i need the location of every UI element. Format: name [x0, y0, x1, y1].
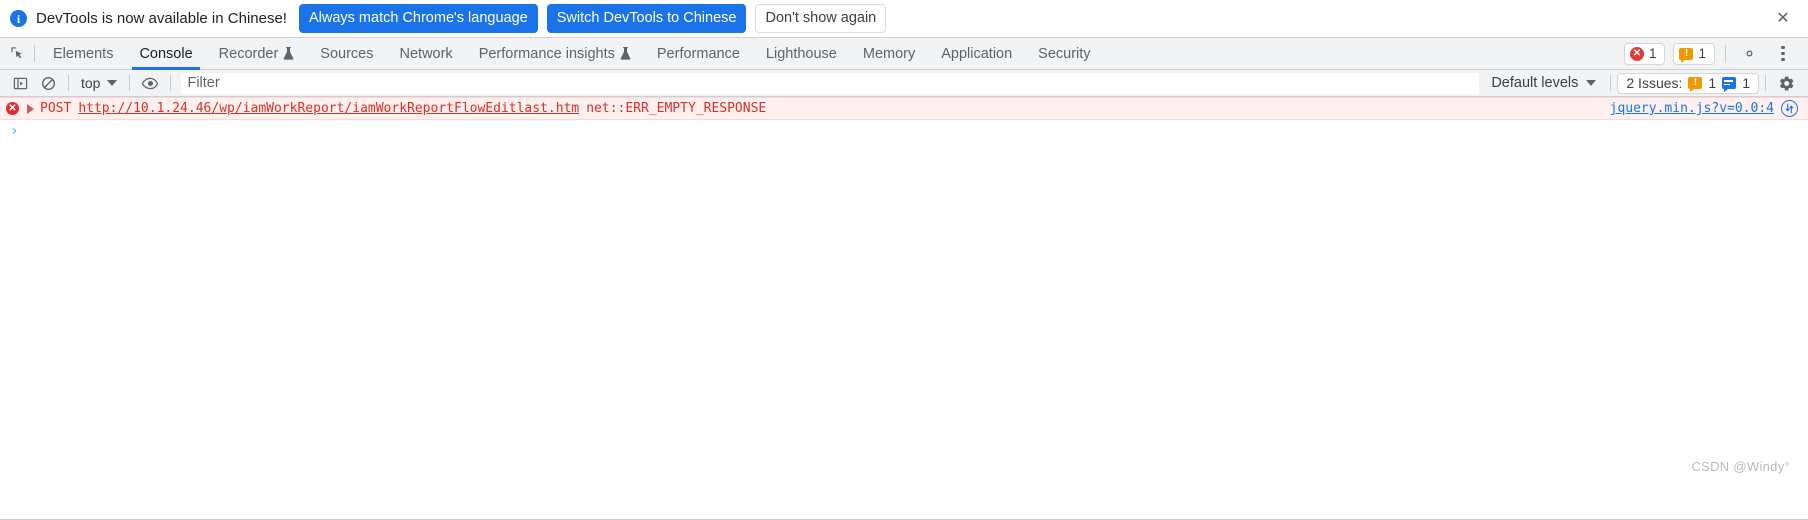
issues-warning-count: 1	[1708, 75, 1717, 91]
tab-label: Performance	[656, 45, 740, 62]
toolbar-divider	[68, 75, 69, 91]
toolbar-divider	[129, 75, 131, 91]
tab-label: Application	[941, 45, 1013, 62]
console-message-area: ✕ POST http://10.1.24.46/wp/iamWorkRepor…	[0, 97, 1808, 482]
live-expression-eye-icon[interactable]	[136, 72, 164, 95]
tab-label: Performance insights	[478, 45, 615, 62]
tab-performance[interactable]: Performance	[644, 38, 753, 69]
error-count-badge[interactable]: ✕ 1	[1623, 42, 1666, 65]
info-bubble-icon	[1722, 77, 1737, 92]
tab-label: Security	[1038, 45, 1091, 62]
devtools-window: i DevTools is now available in Chinese! …	[0, 0, 1808, 520]
chevron-down-icon	[107, 80, 118, 86]
source-location-link[interactable]: jquery.min.js?v=0.0:4	[1610, 101, 1774, 116]
console-message-row[interactable]: ✕ POST http://10.1.24.46/wp/iamWorkRepor…	[0, 97, 1808, 120]
chevron-down-icon	[1586, 80, 1597, 86]
log-levels-label: Default levels	[1491, 75, 1579, 91]
error-circle-icon: ✕	[1629, 46, 1644, 61]
more-options-icon[interactable]	[1770, 41, 1796, 67]
tab-application[interactable]: Application	[928, 38, 1025, 69]
filter-input[interactable]	[181, 72, 1480, 94]
warning-bubble-icon: !	[1679, 47, 1694, 63]
tab-memory[interactable]: Memory	[850, 38, 928, 69]
tab-network[interactable]: Network	[387, 38, 466, 69]
language-banner: i DevTools is now available in Chinese! …	[0, 0, 1808, 38]
message-source-area: jquery.min.js?v=0.0:4	[1610, 100, 1798, 117]
tab-label: Elements	[53, 45, 114, 62]
experimental-flask-icon	[620, 47, 631, 60]
expand-message-icon[interactable]	[27, 103, 34, 114]
tab-label: Lighthouse	[765, 45, 837, 62]
console-prompt-row[interactable]: ›	[0, 120, 1808, 142]
clear-console-icon[interactable]	[34, 72, 62, 95]
tab-label: Network	[399, 45, 453, 62]
issues-label: 2 Issues:	[1626, 75, 1683, 91]
gear-icon[interactable]	[1736, 41, 1762, 67]
inspect-element-icon[interactable]	[0, 38, 34, 69]
warning-bubble-icon: !	[1688, 77, 1703, 92]
experimental-flask-icon	[283, 47, 294, 60]
error-count-label: 1	[1648, 46, 1657, 61]
log-levels-select[interactable]: Default levels	[1483, 75, 1604, 91]
request-url-link[interactable]: http://10.1.24.46/wp/iamWorkReport/iamWo…	[78, 101, 579, 116]
prompt-chevron-icon: ›	[10, 123, 19, 139]
tab-elements[interactable]: Elements	[40, 38, 126, 69]
tab-label: Recorder	[218, 45, 279, 62]
tab-sources[interactable]: Sources	[307, 38, 386, 69]
warning-count-label: 1	[1698, 46, 1706, 61]
close-icon[interactable]: ✕	[1772, 8, 1794, 30]
execution-context-label: top	[81, 75, 101, 91]
dont-show-again-button[interactable]: Don't show again	[755, 3, 887, 34]
tab-label: Memory	[862, 45, 916, 62]
network-request-icon[interactable]	[1781, 100, 1798, 117]
tab-label: Sources	[320, 45, 374, 62]
tab-security[interactable]: Security	[1025, 38, 1103, 69]
console-settings-gear-icon[interactable]	[1772, 72, 1800, 95]
warning-count-badge[interactable]: ! 1	[1673, 42, 1715, 65]
always-match-chrome-language-button[interactable]: Always match Chrome's language	[298, 3, 538, 34]
panel-tabs: Elements Console Recorder Sources Networ…	[35, 38, 1104, 70]
console-toolbar: top Default levels 2 Issues: ! 1 1	[0, 70, 1808, 97]
toolbar-divider	[170, 75, 172, 91]
tab-lighthouse[interactable]: Lighthouse	[753, 38, 850, 69]
switch-devtools-to-chinese-button[interactable]: Switch DevTools to Chinese	[546, 3, 747, 34]
console-prompt-input[interactable]	[26, 122, 1808, 140]
status-divider	[1725, 44, 1726, 63]
request-method: POST	[40, 101, 72, 116]
tab-recorder[interactable]: Recorder	[206, 38, 308, 69]
issues-info-count: 1	[1742, 75, 1750, 91]
error-circle-icon: ✕	[6, 102, 19, 115]
console-sidebar-icon[interactable]	[6, 72, 34, 95]
tab-console[interactable]: Console	[126, 38, 205, 70]
execution-context-select[interactable]: top	[75, 75, 123, 91]
tab-performance-insights[interactable]: Performance insights	[466, 38, 644, 69]
tab-label: Console	[139, 45, 193, 62]
issues-badge[interactable]: 2 Issues: ! 1 1	[1617, 72, 1759, 94]
toolbar-divider	[1765, 75, 1766, 91]
watermark: CSDN @Windy°	[1691, 459, 1790, 474]
tabbar-status-area: ✕ 1 ! 1	[1623, 38, 1808, 69]
request-status-text: net::ERR_EMPTY_RESPONSE	[586, 101, 767, 116]
info-icon: i	[10, 10, 27, 27]
devtools-tabbar: Elements Console Recorder Sources Networ…	[0, 38, 1808, 70]
banner-message: DevTools is now available in Chinese!	[36, 10, 287, 27]
toolbar-divider	[1610, 75, 1612, 91]
kebab-dots	[1781, 45, 1785, 62]
